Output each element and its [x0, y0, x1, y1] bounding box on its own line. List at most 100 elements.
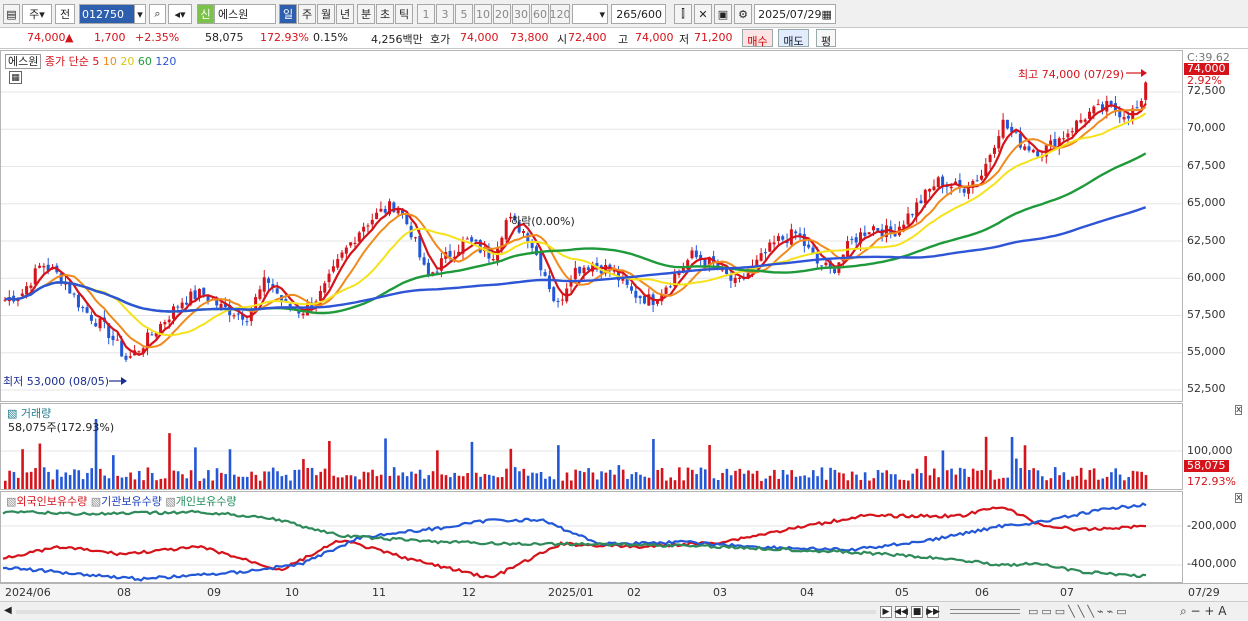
save-icon[interactable]: ▣	[714, 4, 732, 24]
num-20[interactable]: 20	[493, 4, 511, 24]
volume-bar	[146, 467, 150, 489]
candle-body	[552, 287, 556, 302]
low-arrow-head	[121, 377, 127, 385]
candle-body	[1066, 133, 1070, 138]
cross-line-icon[interactable]: ✕	[694, 4, 712, 24]
panel-close-icon[interactable]: x	[1235, 405, 1243, 415]
candle-body	[543, 272, 547, 276]
candle-body	[1070, 131, 1074, 133]
period-select[interactable]: 주 ▾	[22, 4, 52, 24]
candle-body	[768, 242, 772, 252]
candle-body	[331, 266, 335, 272]
candle-body	[634, 290, 638, 298]
stock-name-field[interactable]: 에스원	[214, 4, 276, 24]
date-tick: 12	[462, 586, 476, 599]
volume-bar	[539, 471, 543, 489]
num-10[interactable]: 10	[474, 4, 492, 24]
volume-bar	[894, 474, 897, 489]
period-label: 주	[29, 8, 40, 21]
interval-week[interactable]: 주	[298, 4, 316, 24]
chart-scrollbar[interactable]: ◀ ▶ ◀◀ ■ ▶▶ ▭▭▭╲╲╲⌁⌁▭ ⌕ − + A	[0, 601, 1248, 621]
speaker-icon[interactable]: ◂▾	[168, 4, 192, 24]
candle-body	[193, 290, 197, 300]
volume-bar	[198, 480, 202, 489]
count-field[interactable]: 265/600	[611, 4, 666, 24]
num-3[interactable]: 3	[436, 4, 454, 24]
rewind-icon[interactable]: ◀◀	[894, 606, 908, 618]
volume-bar	[487, 474, 491, 489]
custom-num-select[interactable]: ▾	[572, 4, 608, 24]
candle-body	[867, 232, 871, 235]
zoom-slider[interactable]	[950, 609, 1020, 614]
candle-body	[776, 236, 780, 241]
price-tick: 55,000	[1187, 345, 1226, 358]
interval-second[interactable]: 초	[376, 4, 394, 24]
interval-day[interactable]: 일	[279, 4, 297, 24]
volume-bar	[760, 480, 763, 489]
volume-bar	[1140, 471, 1143, 489]
holders-tick: -200,000	[1187, 519, 1237, 532]
volume-bar	[328, 441, 331, 489]
volume-bar	[1114, 468, 1118, 489]
drawing-tools-icon[interactable]: ▭▭▭╲╲╲⌁⌁▭	[1028, 605, 1130, 618]
num-1[interactable]: 1	[417, 4, 435, 24]
holders-panel[interactable]: ▧외국인보유수량 ▧기관보유수량 ▧개인보유수량	[0, 491, 1183, 583]
candle-body	[1126, 115, 1130, 119]
volume-bar	[81, 479, 85, 489]
gear-icon[interactable]: ⚙	[734, 4, 752, 24]
high-price: 74,000	[635, 31, 674, 44]
scroll-right-icon[interactable]: ▶	[880, 606, 892, 618]
volume-panel[interactable]: ▧ 거래량 58,075주(172.93%)	[0, 403, 1183, 490]
candle-body	[336, 259, 340, 268]
candle-body	[383, 208, 387, 213]
stop-icon[interactable]: ■	[911, 606, 923, 618]
price-chart-panel[interactable]: 에스원 종가 단순 5 10 20 60 120 ▦ 최고 74,000 (07…	[0, 50, 1183, 402]
holders-legend: ▧외국인보유수량 ▧기관보유수량 ▧개인보유수량	[6, 493, 237, 509]
fast-forward-icon[interactable]: ▶▶	[926, 606, 940, 618]
candle-body	[1083, 119, 1087, 122]
num-120[interactable]: 120	[550, 4, 570, 24]
candle-body	[81, 307, 85, 309]
candle-body	[967, 188, 971, 194]
candle-type-icon[interactable]: ⫿	[674, 4, 692, 24]
volume-tick: 100,000	[1187, 444, 1233, 457]
num-60[interactable]: 60	[531, 4, 549, 24]
num-label: 30	[514, 7, 528, 21]
scroll-left-icon[interactable]: ◀	[4, 605, 12, 616]
candle-body	[72, 293, 76, 295]
buy-button[interactable]: 매수	[742, 29, 773, 48]
mode-button[interactable]: 전	[55, 4, 75, 24]
volume-bar	[55, 469, 59, 489]
flat-button[interactable]: 평	[816, 29, 836, 48]
interval-year[interactable]: 년	[336, 4, 354, 24]
panel-close-icon[interactable]: x	[1235, 493, 1243, 503]
volume-bar	[500, 477, 504, 489]
interval-minute[interactable]: 분	[357, 4, 375, 24]
interval-month[interactable]: 월	[317, 4, 335, 24]
scroll-track[interactable]	[16, 610, 876, 614]
volume-bar	[980, 470, 984, 489]
search-icon[interactable]: ⌕	[149, 4, 166, 24]
price-axis: C:39.62 72,500 70,000 67,500 65,000 62,5…	[1182, 50, 1248, 402]
table-icon[interactable]: ▦	[9, 71, 22, 84]
code-dropdown-icon[interactable]: ▾	[134, 4, 146, 24]
num-5[interactable]: 5	[455, 4, 473, 24]
interval-tick[interactable]: 틱	[395, 4, 413, 24]
num-30[interactable]: 30	[512, 4, 530, 24]
date-field[interactable]: 2025/07/29 ▦	[754, 4, 836, 24]
volume-bar	[392, 467, 396, 489]
window-menu-icon[interactable]: ▤	[3, 4, 20, 24]
volume-bar	[1097, 479, 1100, 489]
stock-code-input[interactable]: 012750	[79, 4, 135, 24]
volume-bar	[561, 480, 564, 489]
zoom-icon[interactable]: ⌕ − + A	[1180, 604, 1226, 619]
sell-button[interactable]: 매도	[778, 29, 809, 48]
volume-bar	[124, 476, 128, 489]
date-tick: 08	[117, 586, 131, 599]
volume-bar	[639, 474, 642, 489]
volume-bar	[371, 469, 374, 489]
interval-label: 년	[339, 8, 351, 21]
volume-bar	[42, 467, 46, 489]
volume-bar	[954, 474, 958, 489]
flat-label: 평	[820, 35, 832, 48]
